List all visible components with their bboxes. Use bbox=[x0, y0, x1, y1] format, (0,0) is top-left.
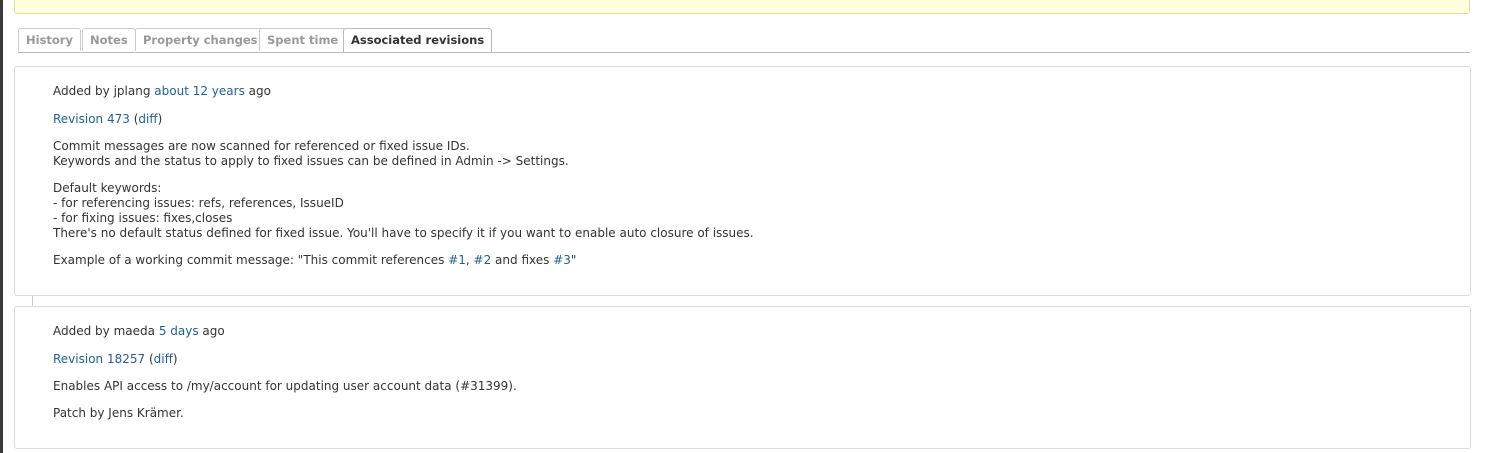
issue-link-3[interactable]: #3 bbox=[553, 253, 571, 267]
diff-link[interactable]: diff bbox=[138, 112, 157, 126]
ago-text: ago bbox=[248, 84, 271, 98]
tab-associated-revisions[interactable]: Associated revisions bbox=[343, 28, 493, 52]
commit-message-line: Keywords and the status to apply to fixe… bbox=[53, 154, 569, 168]
comma-text: , bbox=[465, 253, 474, 267]
issue-tabs: History Notes Property changes Spent tim… bbox=[18, 28, 1470, 53]
entry-connector bbox=[32, 296, 33, 306]
flash-notice-bar bbox=[14, 0, 1470, 14]
commit-message-line: Enables API access to /my/account for up… bbox=[53, 379, 517, 393]
commit-message-line: - for referencing issues: refs, referenc… bbox=[53, 196, 344, 210]
revision-line: Revision 473 (diff) bbox=[53, 112, 162, 126]
revision-link[interactable]: Revision 473 bbox=[53, 112, 130, 126]
ago-text: ago bbox=[202, 324, 225, 338]
revision-line: Revision 18257 (diff) bbox=[53, 352, 178, 366]
added-by-line: Added by maeda 5 days ago bbox=[53, 324, 225, 338]
added-by-line: Added by jplang about 12 years ago bbox=[53, 84, 271, 98]
tab-spent-time[interactable]: Spent time bbox=[259, 28, 347, 51]
changeset-entry: Added by jplang about 12 years ago Revis… bbox=[14, 66, 1471, 296]
revision-link[interactable]: Revision 18257 bbox=[53, 352, 145, 366]
tab-history[interactable]: History bbox=[18, 28, 81, 51]
changeset-entry: Added by maeda 5 days ago Revision 18257… bbox=[14, 306, 1471, 449]
commit-example-line: Example of a working commit message: "Th… bbox=[53, 253, 576, 267]
diff-link[interactable]: diff bbox=[154, 352, 173, 366]
issue-link-1[interactable]: #1 bbox=[448, 253, 466, 267]
time-ago-link[interactable]: 5 days bbox=[159, 324, 199, 338]
commit-message-line: Patch by Jens Krämer. bbox=[53, 406, 184, 420]
example-text: Example of a working commit message: "Th… bbox=[53, 253, 449, 267]
quote-end: " bbox=[570, 253, 577, 267]
added-by-text: Added by maeda bbox=[53, 324, 155, 338]
tab-property-changes[interactable]: Property changes bbox=[135, 28, 266, 51]
paren-close: ) bbox=[157, 112, 163, 126]
commit-message-line: There's no default status defined for fi… bbox=[53, 226, 754, 240]
added-by-text: Added by jplang bbox=[53, 84, 151, 98]
time-ago-link[interactable]: about 12 years bbox=[154, 84, 245, 98]
window-edge bbox=[0, 0, 3, 453]
issue-link-2[interactable]: #2 bbox=[474, 253, 492, 267]
paren-close: ) bbox=[172, 352, 178, 366]
commit-message-line: Default keywords: bbox=[53, 181, 162, 195]
and-fixes-text: and fixes bbox=[491, 253, 554, 267]
tab-notes[interactable]: Notes bbox=[82, 28, 136, 51]
commit-message-line: - for fixing issues: fixes,closes bbox=[53, 211, 233, 225]
commit-message-line: Commit messages are now scanned for refe… bbox=[53, 139, 470, 153]
